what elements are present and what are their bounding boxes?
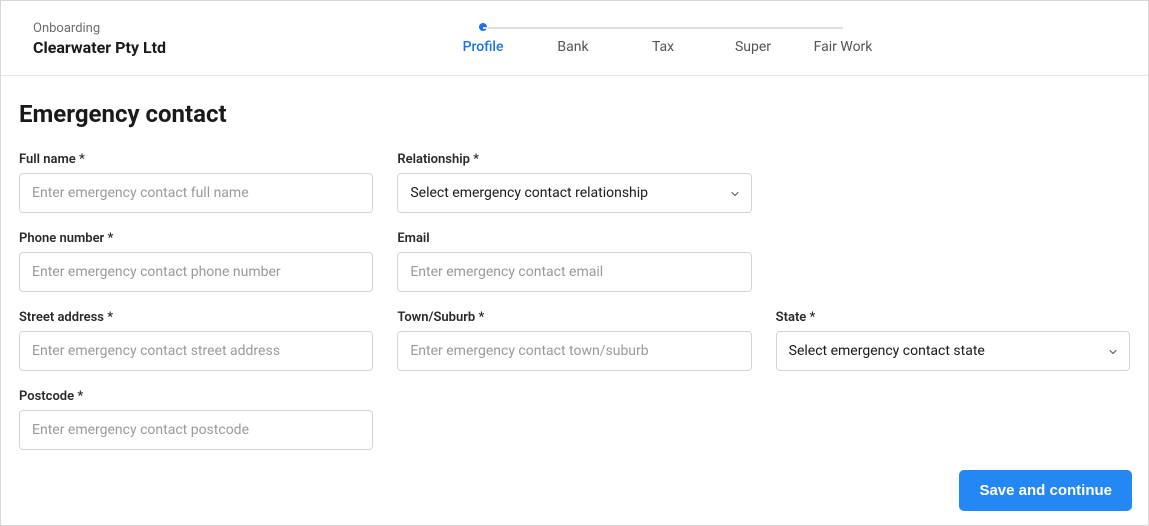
app-frame: Onboarding Clearwater Pty Ltd Profile Ba… (0, 0, 1149, 526)
label-relationship: Relationship * (397, 152, 751, 167)
label-postcode: Postcode * (19, 389, 373, 404)
tab-label: Super (735, 39, 771, 55)
input-town[interactable] (397, 331, 751, 371)
header-left: Onboarding Clearwater Pty Ltd (33, 21, 206, 57)
input-street[interactable] (19, 331, 373, 371)
breadcrumb: Onboarding (33, 21, 166, 36)
chevron-down-icon (1107, 346, 1117, 356)
tabs-wrap: Profile Bank Tax Super (206, 23, 1120, 55)
select-relationship[interactable]: Select emergency contact relationship (397, 173, 751, 213)
field-state: State * Select emergency contact state (776, 310, 1130, 371)
tab-label: Fair Work (814, 39, 873, 55)
tab-bank[interactable]: Bank (528, 23, 618, 55)
footer: Save and continue (959, 470, 1132, 511)
field-relationship: Relationship * Select emergency contact … (397, 152, 751, 213)
select-relationship-value: Select emergency contact relationship (410, 185, 648, 201)
field-email: Email (397, 231, 751, 292)
label-email: Email (397, 231, 751, 246)
save-continue-button[interactable]: Save and continue (959, 470, 1132, 511)
form-grid: Full name * Relationship * Select emerge… (19, 152, 1130, 450)
label-street: Street address * (19, 310, 373, 325)
input-phone[interactable] (19, 252, 373, 292)
input-full-name[interactable] (19, 173, 373, 213)
label-full-name: Full name * (19, 152, 373, 167)
select-state-value: Select emergency contact state (789, 343, 985, 359)
tab-super[interactable]: Super (708, 23, 798, 55)
select-state[interactable]: Select emergency contact state (776, 331, 1130, 371)
tab-label: Profile (463, 39, 504, 55)
field-phone: Phone number * (19, 231, 373, 292)
page-title: Emergency contact (19, 100, 1130, 128)
label-phone: Phone number * (19, 231, 373, 246)
tab-label: Tax (652, 39, 674, 55)
input-postcode[interactable] (19, 410, 373, 450)
field-street: Street address * (19, 310, 373, 371)
company-name: Clearwater Pty Ltd (33, 38, 166, 57)
progress-tabs: Profile Bank Tax Super (438, 23, 888, 55)
input-email[interactable] (397, 252, 751, 292)
tab-profile[interactable]: Profile (438, 23, 528, 55)
tab-tax[interactable]: Tax (618, 23, 708, 55)
chevron-down-icon (729, 188, 739, 198)
content: Emergency contact Full name * Relationsh… (1, 76, 1148, 464)
tab-label: Bank (557, 39, 588, 55)
label-state: State * (776, 310, 1130, 325)
header: Onboarding Clearwater Pty Ltd Profile Ba… (1, 1, 1148, 76)
label-town: Town/Suburb * (397, 310, 751, 325)
field-postcode: Postcode * (19, 389, 373, 450)
tab-fair-work[interactable]: Fair Work (798, 23, 888, 55)
field-full-name: Full name * (19, 152, 373, 213)
field-town: Town/Suburb * (397, 310, 751, 371)
